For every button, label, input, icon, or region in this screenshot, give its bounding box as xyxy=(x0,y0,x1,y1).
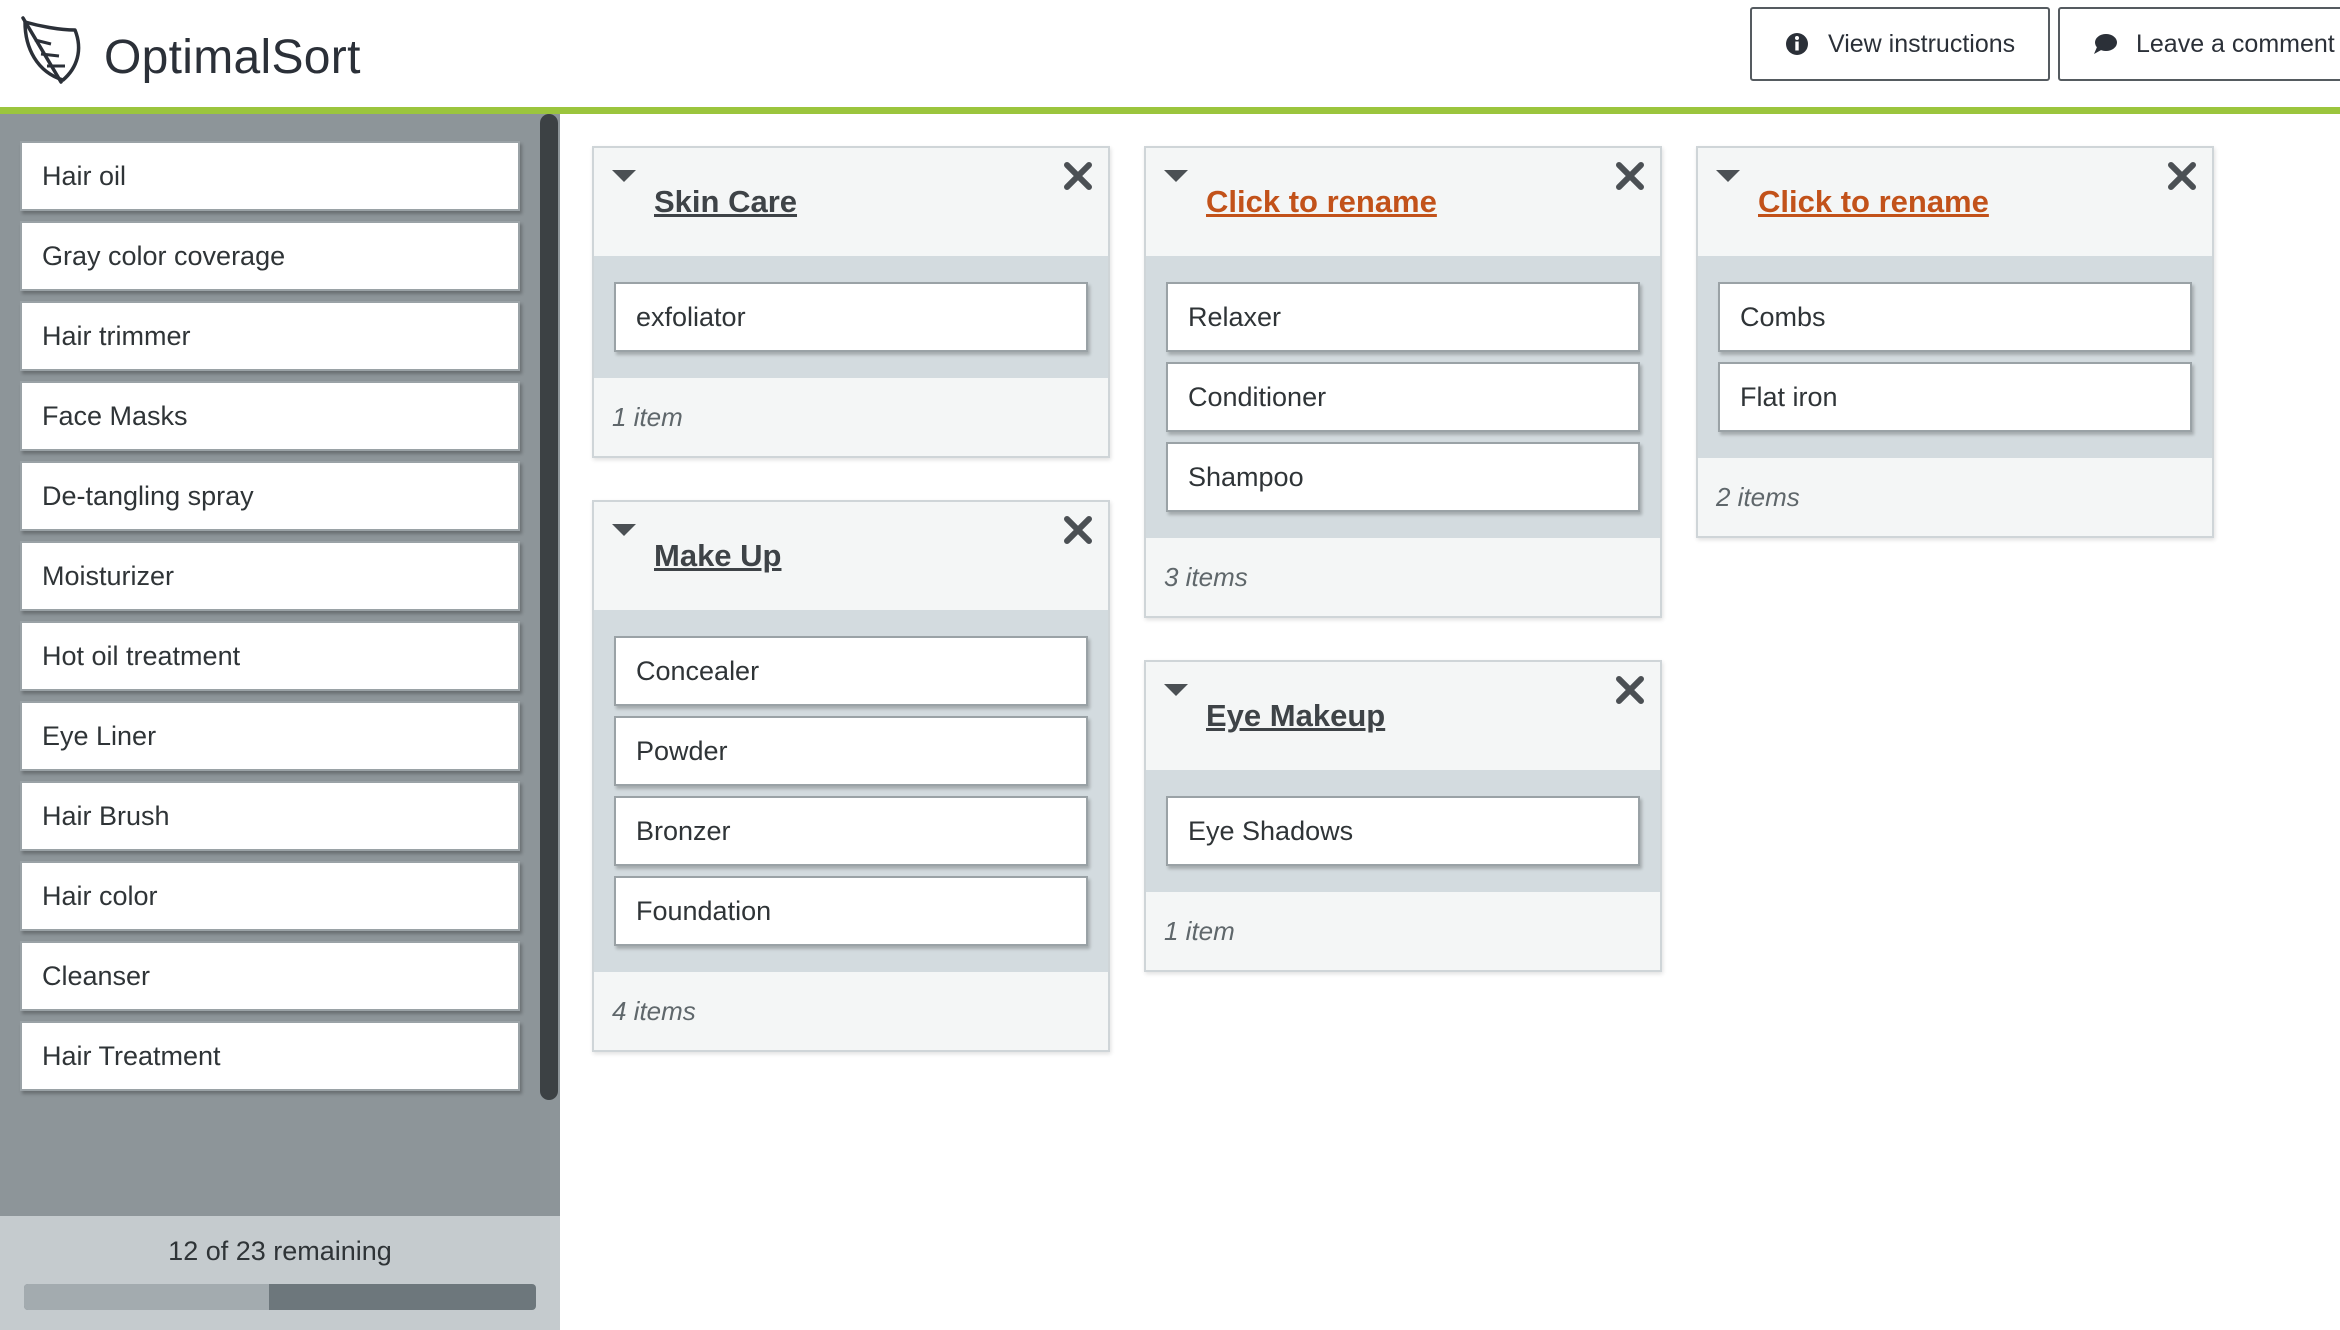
category-header: Click to rename xyxy=(1146,148,1660,256)
category-item-count: 1 item xyxy=(612,402,683,432)
category-header: Make Up xyxy=(594,502,1108,610)
card-hot-oil-treatment[interactable]: Hot oil treatment xyxy=(20,621,520,691)
header-divider xyxy=(0,107,2340,114)
category-header: Click to rename xyxy=(1698,148,2212,256)
card-moisturizer[interactable]: Moisturizer xyxy=(20,541,520,611)
info-icon xyxy=(1786,33,1808,55)
card-hair-trimmer[interactable]: Hair trimmer xyxy=(20,301,520,371)
category-drop-zone[interactable]: Eye Shadows xyxy=(1146,770,1660,892)
category-drop-zone[interactable]: Concealer Powder Bronzer Foundation xyxy=(594,610,1108,972)
card-bronzer[interactable]: Bronzer xyxy=(614,796,1088,866)
card-de-tangling-spray[interactable]: De-tangling spray xyxy=(20,461,520,531)
collapse-caret-icon[interactable] xyxy=(612,524,636,536)
progress-bar xyxy=(24,1284,536,1310)
collapse-caret-icon[interactable] xyxy=(612,170,636,182)
card-eye-liner[interactable]: Eye Liner xyxy=(20,701,520,771)
collapse-caret-icon[interactable] xyxy=(1164,170,1188,182)
category-drop-zone[interactable]: exfoliator xyxy=(594,256,1108,378)
category-eye-makeup: Eye Makeup Eye Shadows 1 item xyxy=(1144,660,1662,972)
card-shampoo[interactable]: Shampoo xyxy=(1166,442,1640,512)
comment-icon xyxy=(2094,34,2117,54)
card-hair-treatment[interactable]: Hair Treatment xyxy=(20,1021,520,1091)
category-header: Eye Makeup xyxy=(1146,662,1660,770)
view-instructions-button[interactable]: View instructions xyxy=(1750,7,2050,81)
card-face-masks[interactable]: Face Masks xyxy=(20,381,520,451)
card-hair-color[interactable]: Hair color xyxy=(20,861,520,931)
category-drop-zone[interactable]: Relaxer Conditioner Shampoo xyxy=(1146,256,1660,538)
view-instructions-label: View instructions xyxy=(1828,29,2016,58)
card-combs[interactable]: Combs xyxy=(1718,282,2192,352)
category-item-count: 1 item xyxy=(1164,916,1235,946)
leave-comment-button[interactable]: Leave a comment xyxy=(2058,7,2340,81)
unsorted-cards-panel: Hair oil Gray color coverage Hair trimme… xyxy=(0,114,560,1330)
card-hair-brush[interactable]: Hair Brush xyxy=(20,781,520,851)
sidebar-scrollbar[interactable] xyxy=(540,114,558,1100)
category-title[interactable]: Skin Care xyxy=(654,184,797,220)
card-cleanser[interactable]: Cleanser xyxy=(20,941,520,1011)
card-conditioner[interactable]: Conditioner xyxy=(1166,362,1640,432)
category-unnamed-2: Click to rename Combs Flat iron 2 items xyxy=(1696,146,2214,538)
card-exfoliator[interactable]: exfoliator xyxy=(614,282,1088,352)
category-title-rename[interactable]: Click to rename xyxy=(1206,184,1437,220)
close-icon[interactable] xyxy=(1614,160,1646,192)
card-powder[interactable]: Powder xyxy=(614,716,1088,786)
close-icon[interactable] xyxy=(1062,514,1094,546)
category-drop-zone[interactable]: Combs Flat iron xyxy=(1698,256,2212,458)
category-item-count: 2 items xyxy=(1716,482,1800,512)
category-skin-care: Skin Care exfoliator 1 item xyxy=(592,146,1110,458)
app-header: OptimalSort View instructions Leave a co… xyxy=(0,0,2340,107)
card-gray-color-coverage[interactable]: Gray color coverage xyxy=(20,221,520,291)
category-make-up: Make Up Concealer Powder Bronzer Foundat… xyxy=(592,500,1110,1052)
category-header: Skin Care xyxy=(594,148,1108,256)
close-icon[interactable] xyxy=(2166,160,2198,192)
card-relaxer[interactable]: Relaxer xyxy=(1166,282,1640,352)
brand-name: OptimalSort xyxy=(104,31,361,84)
sidebar-footer: 12 of 23 remaining xyxy=(0,1216,560,1330)
category-title-rename[interactable]: Click to rename xyxy=(1758,184,1989,220)
card-foundation[interactable]: Foundation xyxy=(614,876,1088,946)
close-icon[interactable] xyxy=(1062,160,1094,192)
close-icon[interactable] xyxy=(1614,674,1646,706)
remaining-count: 12 of 23 remaining xyxy=(168,1236,392,1266)
collapse-caret-icon[interactable] xyxy=(1716,170,1740,182)
category-title[interactable]: Eye Makeup xyxy=(1206,698,1385,734)
card-flat-iron[interactable]: Flat iron xyxy=(1718,362,2192,432)
leave-comment-label: Leave a comment xyxy=(2136,29,2335,58)
card-concealer[interactable]: Concealer xyxy=(614,636,1088,706)
card-hair-oil[interactable]: Hair oil xyxy=(20,141,520,211)
category-item-count: 4 items xyxy=(612,996,696,1026)
collapse-caret-icon[interactable] xyxy=(1164,684,1188,696)
category-unnamed-1: Click to rename Relaxer Conditioner Sham… xyxy=(1144,146,1662,618)
card-eye-shadows[interactable]: Eye Shadows xyxy=(1166,796,1640,866)
category-title[interactable]: Make Up xyxy=(654,538,781,574)
leaf-logo-icon xyxy=(21,16,81,84)
progress-bar-fill xyxy=(24,1284,269,1310)
category-item-count: 3 items xyxy=(1164,562,1248,592)
